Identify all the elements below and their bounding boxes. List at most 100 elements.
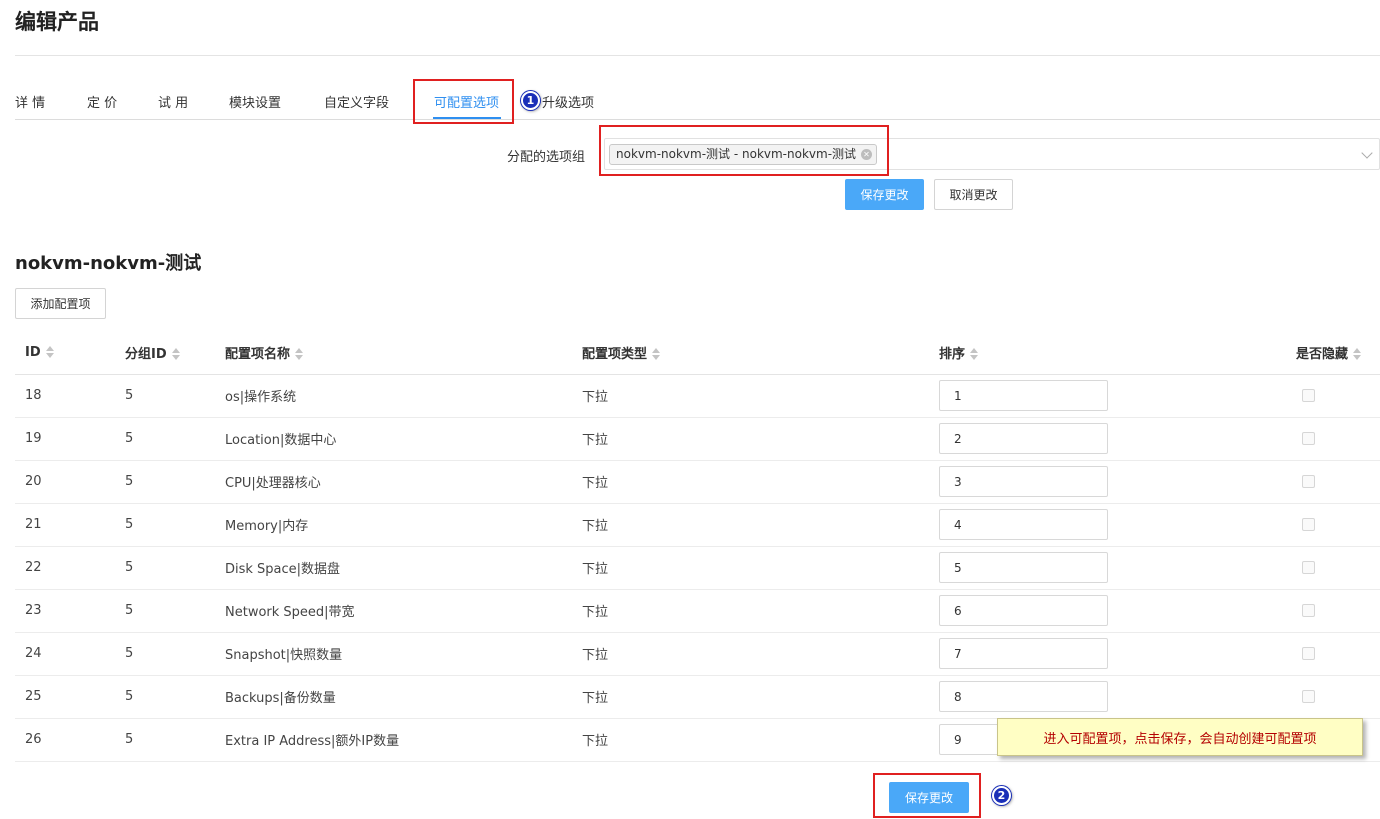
cell-type: 下拉 (572, 460, 929, 504)
cell-hidden (1286, 546, 1380, 590)
table-row: 18 5 os|操作系统 下拉 (15, 374, 1380, 418)
header-label: 是否隐藏 (1296, 346, 1349, 362)
header-hidden[interactable]: 是否隐藏 (1286, 331, 1380, 375)
order-input[interactable] (939, 595, 1108, 626)
cell-order (929, 460, 1286, 504)
chevron-down-icon[interactable] (1361, 147, 1373, 159)
cell-hidden (1286, 374, 1380, 418)
cell-type: 下拉 (572, 675, 929, 719)
add-config-item-button[interactable]: 添加配置项 (15, 288, 106, 319)
cell-type: 下拉 (572, 718, 929, 762)
sort-icon[interactable] (171, 348, 180, 361)
cell-hidden (1286, 417, 1380, 461)
cell-id: 24 (15, 632, 115, 676)
highlight-box-tab (413, 79, 514, 124)
cell-id: 20 (15, 460, 115, 504)
order-input[interactable] (939, 380, 1108, 411)
cell-group-id: 5 (115, 675, 215, 719)
table-row: 19 5 Location|数据中心 下拉 (15, 417, 1380, 461)
tab-custom-fields[interactable]: 自定义字段 (324, 92, 389, 111)
table-row: 21 5 Memory|内存 下拉 (15, 503, 1380, 547)
cell-hidden (1286, 632, 1380, 676)
cell-type: 下拉 (572, 374, 929, 418)
title-divider (15, 55, 1380, 56)
order-input[interactable] (939, 423, 1108, 454)
sort-icon[interactable] (45, 346, 54, 359)
cell-order (929, 546, 1286, 590)
tab-trial[interactable]: 试 用 (158, 92, 188, 111)
cell-type: 下拉 (572, 417, 929, 461)
table-row: 23 5 Network Speed|带宽 下拉 (15, 589, 1380, 633)
cell-group-id: 5 (115, 546, 215, 590)
hidden-checkbox[interactable] (1302, 647, 1315, 660)
cell-hidden (1286, 589, 1380, 633)
header-label: 排序 (939, 346, 966, 362)
order-input[interactable] (939, 681, 1108, 712)
cell-id: 26 (15, 718, 115, 762)
order-input[interactable] (939, 466, 1108, 497)
tab-bar: 详 情 定 价 试 用 模块设置 自定义字段 可配置选项 升级选项 (15, 78, 1380, 120)
cell-group-id: 5 (115, 589, 215, 633)
cell-order (929, 503, 1286, 547)
cell-name: Location|数据中心 (215, 417, 572, 461)
cell-name: os|操作系统 (215, 374, 572, 418)
header-order[interactable]: 排序 (929, 331, 1286, 375)
cell-group-id: 5 (115, 632, 215, 676)
hidden-checkbox[interactable] (1302, 475, 1315, 488)
hidden-checkbox[interactable] (1302, 561, 1315, 574)
hidden-checkbox[interactable] (1302, 389, 1315, 402)
save-button[interactable]: 保存更改 (845, 179, 924, 210)
cell-type: 下拉 (572, 503, 929, 547)
cell-id: 21 (15, 503, 115, 547)
table-row: 22 5 Disk Space|数据盘 下拉 (15, 546, 1380, 590)
cell-hidden (1286, 460, 1380, 504)
sort-icon[interactable] (1353, 348, 1362, 361)
tab-pricing[interactable]: 定 价 (87, 92, 117, 111)
cell-name: Disk Space|数据盘 (215, 546, 572, 590)
highlight-box-save (873, 773, 981, 818)
order-input[interactable] (939, 509, 1108, 540)
header-type[interactable]: 配置项类型 (572, 331, 929, 375)
cell-order (929, 675, 1286, 719)
cell-name: Memory|内存 (215, 503, 572, 547)
cell-order (929, 374, 1286, 418)
cell-name: Extra IP Address|额外IP数量 (215, 718, 572, 762)
cell-id: 22 (15, 546, 115, 590)
cell-type: 下拉 (572, 632, 929, 676)
cell-name: Backups|备份数量 (215, 675, 572, 719)
hidden-checkbox[interactable] (1302, 690, 1315, 703)
cancel-button[interactable]: 取消更改 (934, 179, 1013, 210)
page-title: 编辑产品 (15, 10, 99, 34)
highlight-box-select (599, 125, 889, 176)
cell-id: 19 (15, 417, 115, 461)
table-header-row: ID 分组ID 配置项名称 配置项类型 排序 是否隐藏 (15, 331, 1380, 375)
cell-group-id: 5 (115, 718, 215, 762)
hidden-checkbox[interactable] (1302, 518, 1315, 531)
header-group-id[interactable]: 分组ID (115, 331, 215, 375)
cell-hidden (1286, 675, 1380, 719)
assigned-groups-label: 分配的选项组 (507, 150, 586, 165)
cell-id: 18 (15, 374, 115, 418)
hidden-checkbox[interactable] (1302, 432, 1315, 445)
cell-name: CPU|处理器核心 (215, 460, 572, 504)
cell-name: Network Speed|带宽 (215, 589, 572, 633)
sort-icon[interactable] (970, 348, 979, 361)
cell-order (929, 589, 1286, 633)
tab-module-settings[interactable]: 模块设置 (229, 92, 281, 111)
order-input[interactable] (939, 552, 1108, 583)
hidden-checkbox[interactable] (1302, 604, 1315, 617)
tab-details[interactable]: 详 情 (15, 92, 45, 111)
table-row: 20 5 CPU|处理器核心 下拉 (15, 460, 1380, 504)
order-input[interactable] (939, 638, 1108, 669)
header-name[interactable]: 配置项名称 (215, 331, 572, 375)
header-label: ID (25, 344, 41, 360)
header-id[interactable]: ID (15, 331, 115, 375)
cell-group-id: 5 (115, 503, 215, 547)
cell-group-id: 5 (115, 417, 215, 461)
tab-upgrade-options[interactable]: 升级选项 (542, 92, 594, 111)
sort-icon[interactable] (652, 348, 661, 361)
cell-hidden (1286, 503, 1380, 547)
sort-icon[interactable] (295, 348, 304, 361)
cell-type: 下拉 (572, 589, 929, 633)
table-row: 24 5 Snapshot|快照数量 下拉 (15, 632, 1380, 676)
